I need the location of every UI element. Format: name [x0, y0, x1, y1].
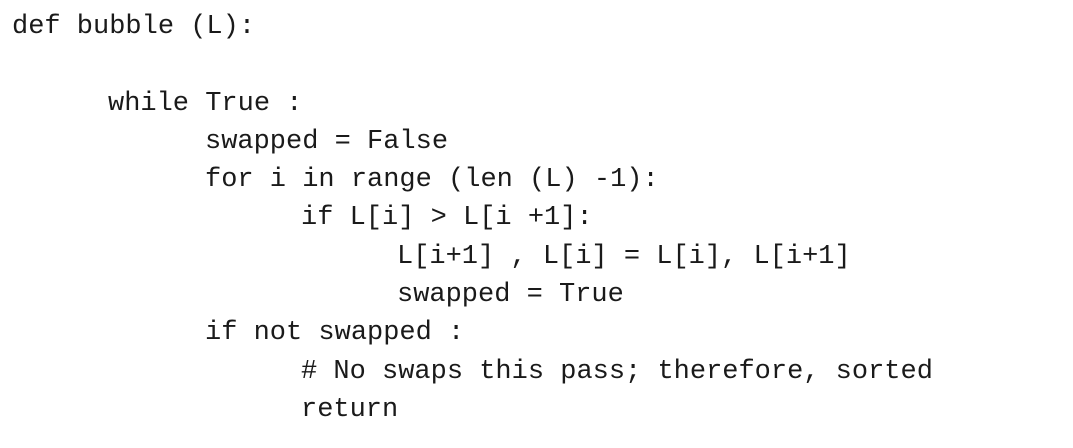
code-line-if-not-swapped: if not swapped :	[205, 318, 465, 348]
code-line-swap: L[i+1] , L[i] = L[i], L[i+1]	[397, 242, 851, 272]
code-line-def: def bubble (L):	[12, 12, 256, 42]
code-line-for: for i in range (len (L) -1):	[205, 165, 659, 195]
code-line-return: return	[301, 395, 399, 425]
code-listing: def bubble (L): while True : swapped = F…	[0, 0, 1073, 448]
code-line-swapped-false: swapped = False	[205, 127, 449, 157]
code-line-if-compare: if L[i] > L[i +1]:	[301, 203, 593, 233]
code-line-swapped-true: swapped = True	[397, 280, 624, 310]
code-line-while: while True :	[108, 89, 303, 119]
code-line-comment: # No swaps this pass; therefore, sorted	[301, 357, 933, 387]
